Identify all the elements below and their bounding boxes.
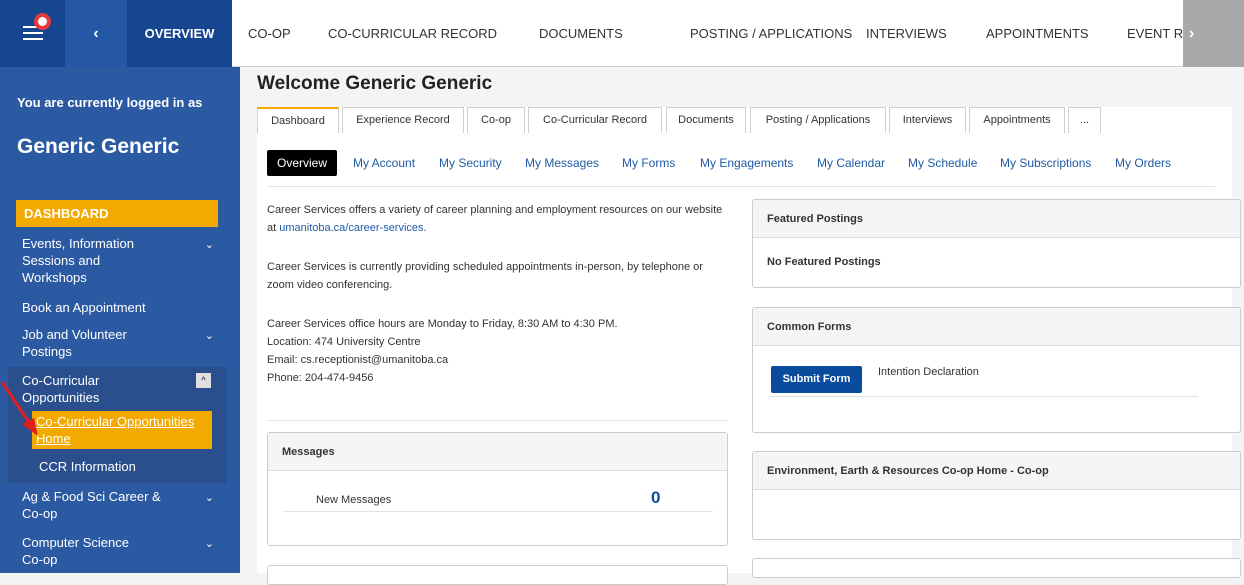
submit-form-button[interactable]: Submit Form (771, 366, 862, 393)
sidebar-item-label: Book an Appointment (22, 300, 146, 315)
page-title: Welcome Generic Generic (257, 73, 493, 94)
subtab-my-account[interactable]: My Account (353, 150, 415, 176)
user-name: Generic Generic (17, 135, 180, 158)
environment-coop-title: Environment, Earth & Resources Co-op Hom… (753, 452, 1240, 490)
tab-interviews[interactable]: Interviews (889, 107, 966, 133)
tab-co-op[interactable]: Co-op (467, 107, 525, 133)
hours-text: Career Services office hours are Monday … (267, 318, 618, 330)
sidebar-item-label: Ag & Food Sci Career & Co-op (22, 489, 161, 521)
sidebar-item-label: Computer Science Co-op (22, 535, 129, 567)
tab-co-curricular-record[interactable]: Co-Curricular Record (528, 107, 662, 133)
location-text: Location: 474 University Centre (267, 336, 421, 348)
top-tab-appointments[interactable]: APPOINTMENTS (986, 0, 1089, 67)
top-tab-co-op[interactable]: CO-OP (248, 0, 291, 67)
common-forms-title: Common Forms (753, 308, 1240, 346)
forms-row-divider (770, 396, 1198, 397)
chevron-down-icon: ⌄ (204, 330, 214, 342)
login-status-text: You are currently logged in as (17, 95, 203, 110)
phone-text: Phone: 204-474-9456 (267, 372, 374, 384)
chevron-down-icon: ⌄ (204, 538, 214, 550)
notification-icon (34, 13, 51, 30)
subtab-my-engagements[interactable]: My Engagements (700, 150, 793, 176)
intro-paragraph: Career Services offers a variety of care… (267, 201, 727, 237)
sidebar-item-ag-food-sci[interactable]: Ag & Food Sci Career & Co-op ⌄ (8, 488, 226, 522)
subtab-my-schedule[interactable]: My Schedule (908, 150, 977, 176)
subtab-my-security[interactable]: My Security (439, 150, 502, 176)
subtab-overview[interactable]: Overview (267, 150, 338, 176)
no-featured-postings-text: No Featured Postings (767, 256, 881, 268)
new-messages-label[interactable]: New Messages (316, 494, 391, 506)
sidebar-item-label: Events, Information Sessions and Worksho… (22, 236, 134, 285)
scroll-right-button[interactable]: › (1183, 0, 1244, 67)
featured-postings-card: Featured Postings No Featured Postings (752, 199, 1241, 288)
sidebar-dashboard-header[interactable]: DASHBOARD (16, 200, 218, 227)
sidebar-item-book-appointment[interactable]: Book an Appointment (8, 299, 226, 316)
tab-more[interactable]: ... (1068, 107, 1101, 133)
next-right-card (752, 558, 1241, 578)
appointments-paragraph: Career Services is currently providing s… (267, 261, 703, 291)
red-arrow-annotation (0, 381, 38, 436)
tab-dashboard[interactable]: Dashboard (257, 107, 339, 133)
email-text: Email: cs.receptionist@umanitoba.ca (267, 354, 449, 366)
form-name: Intention Declaration (878, 366, 979, 378)
tab-documents[interactable]: Documents (666, 107, 746, 133)
next-card (267, 565, 728, 585)
back-button[interactable]: ‹ (65, 0, 127, 67)
tab-posting-applications[interactable]: Posting / Applications (750, 107, 886, 133)
subtab-divider (267, 186, 1215, 187)
new-messages-count[interactable]: 0 (651, 488, 660, 508)
subtab-my-orders[interactable]: My Orders (1115, 150, 1171, 176)
tab-appointments[interactable]: Appointments (969, 107, 1065, 133)
top-tab-interviews[interactable]: INTERVIEWS (866, 0, 947, 67)
subtab-my-forms[interactable]: My Forms (622, 150, 675, 176)
subtab-my-messages[interactable]: My Messages (525, 150, 599, 176)
menu-toggle-button[interactable] (0, 0, 65, 67)
sidebar-item-computer-science[interactable]: Computer Science Co-op ⌄ (8, 534, 226, 568)
messages-card-title: Messages (268, 433, 727, 471)
sidebar-item-job-postings[interactable]: Job and Volunteer Postings ⌄ (8, 326, 226, 360)
top-tab-overview[interactable]: OVERVIEW (127, 0, 232, 67)
tab-experience-record[interactable]: Experience Record (342, 107, 464, 133)
environment-coop-card: Environment, Earth & Resources Co-op Hom… (752, 451, 1241, 540)
top-tab-co-curricular-record[interactable]: CO-CURRICULAR RECORD (328, 0, 497, 67)
career-services-link[interactable]: umanitoba.ca/career-services (279, 222, 423, 234)
featured-postings-title: Featured Postings (753, 200, 1240, 238)
chevron-up-icon[interactable]: ^ (196, 373, 211, 388)
subtab-my-calendar[interactable]: My Calendar (817, 150, 885, 176)
sidebar-item-events[interactable]: Events, Information Sessions and Worksho… (8, 235, 226, 286)
chevron-down-icon: ⌄ (204, 239, 214, 251)
top-tab-posting-applications[interactable]: POSTING / APPLICATIONS (690, 0, 852, 67)
sidebar: You are currently logged in as Generic G… (0, 67, 240, 573)
sidebar-item-ccr-information[interactable]: CCR Information (8, 458, 226, 475)
top-tab-documents[interactable]: DOCUMENTS (539, 0, 623, 67)
top-navigation-bar: ‹ OVERVIEW CO-OP CO-CURRICULAR RECORD DO… (0, 0, 1244, 67)
intro-suffix: . (423, 222, 427, 234)
chevron-down-icon: ⌄ (204, 492, 214, 504)
sidebar-item-label: CCR Information (39, 459, 136, 474)
sidebar-item-label: Job and Volunteer Postings (22, 327, 127, 359)
messages-row-divider (283, 511, 713, 512)
subtab-my-subscriptions[interactable]: My Subscriptions (1000, 150, 1091, 176)
section-divider (267, 420, 728, 421)
